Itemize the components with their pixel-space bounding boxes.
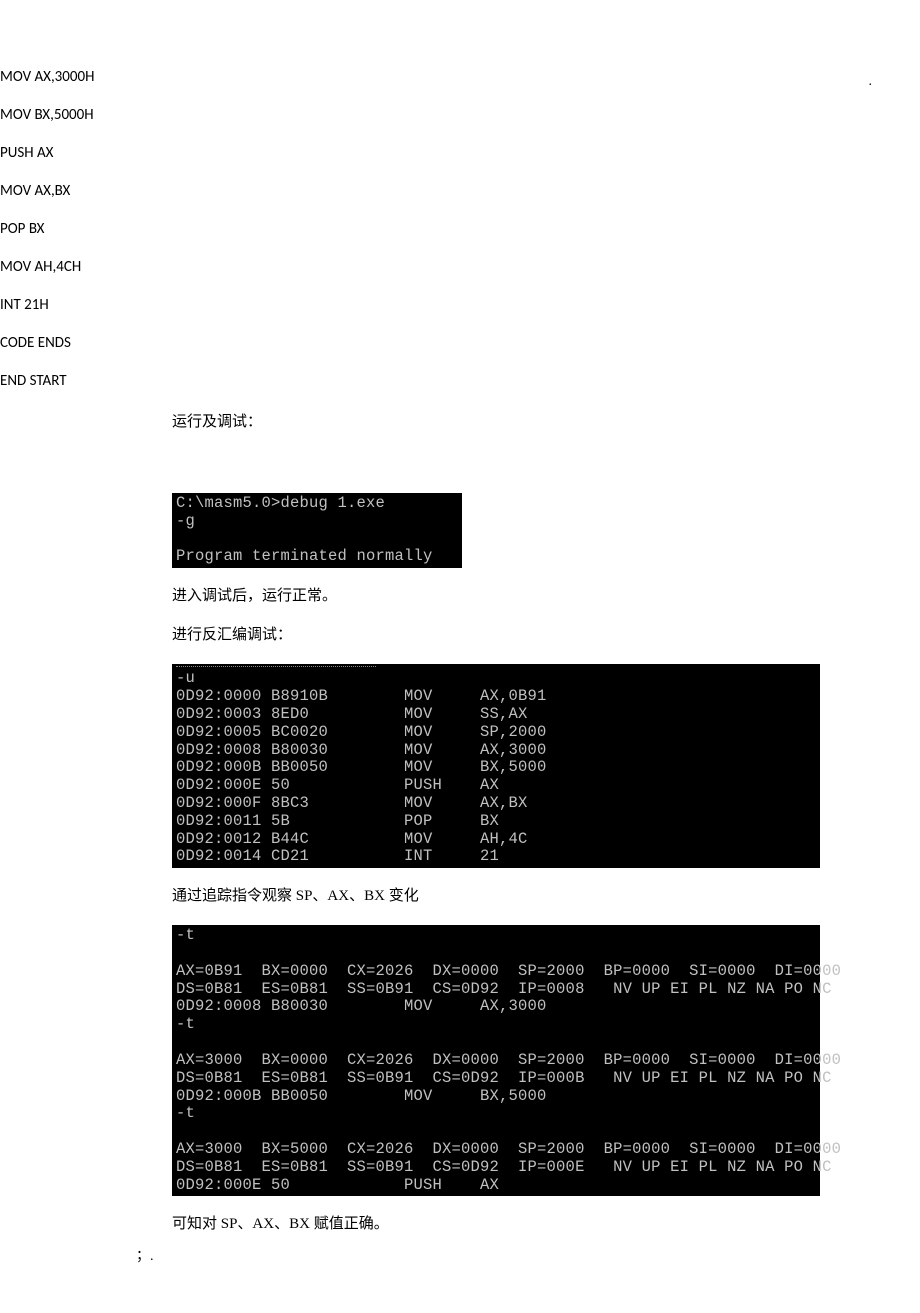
terminal-line: Program terminated normally [176, 547, 433, 565]
asm-source-line: MOV AX,BX [0, 184, 920, 199]
page-dot-bottom: ；. [136, 1245, 154, 1265]
paragraph-enter-ok: 进入调试后，运行正常。 [172, 586, 920, 607]
paragraph-disasm: 进行反汇编调试： [172, 625, 920, 646]
terminal-trace: -t AX=0B91 BX=0000 CX=2026 DX=0000 SP=20… [172, 925, 820, 1196]
asm-source-line: END START [0, 374, 920, 389]
paragraph-result: 可知对 SP、AX、BX 赋值正确。 [172, 1214, 920, 1235]
terminal-line: -g [176, 512, 195, 530]
terminal-disasm: -u 0D92:0000 B8910B MOV AX,0B91 0D92:000… [172, 664, 820, 868]
asm-source-line: PUSH AX [0, 146, 920, 161]
asm-source-line: MOV AX,3000H [0, 70, 920, 85]
asm-source-line: POP BX [0, 222, 920, 237]
asm-source-line: MOV AH,4CH [0, 260, 920, 275]
page-dot-top: . [869, 74, 873, 90]
asm-source-line: CODE ENDS [0, 336, 920, 351]
paragraph-trace: 通过追踪指令观察 SP、AX、BX 变化 [172, 886, 920, 907]
paragraph-run-debug: 运行及调试： [172, 412, 920, 433]
asm-source-line: INT 21H [0, 298, 920, 313]
terminal-run: C:\masm5.0>debug 1.exe -g Program termin… [172, 493, 462, 568]
asm-source-line: MOV BX,5000H [0, 108, 920, 123]
terminal-line: C:\masm5.0>debug 1.exe [176, 494, 385, 512]
